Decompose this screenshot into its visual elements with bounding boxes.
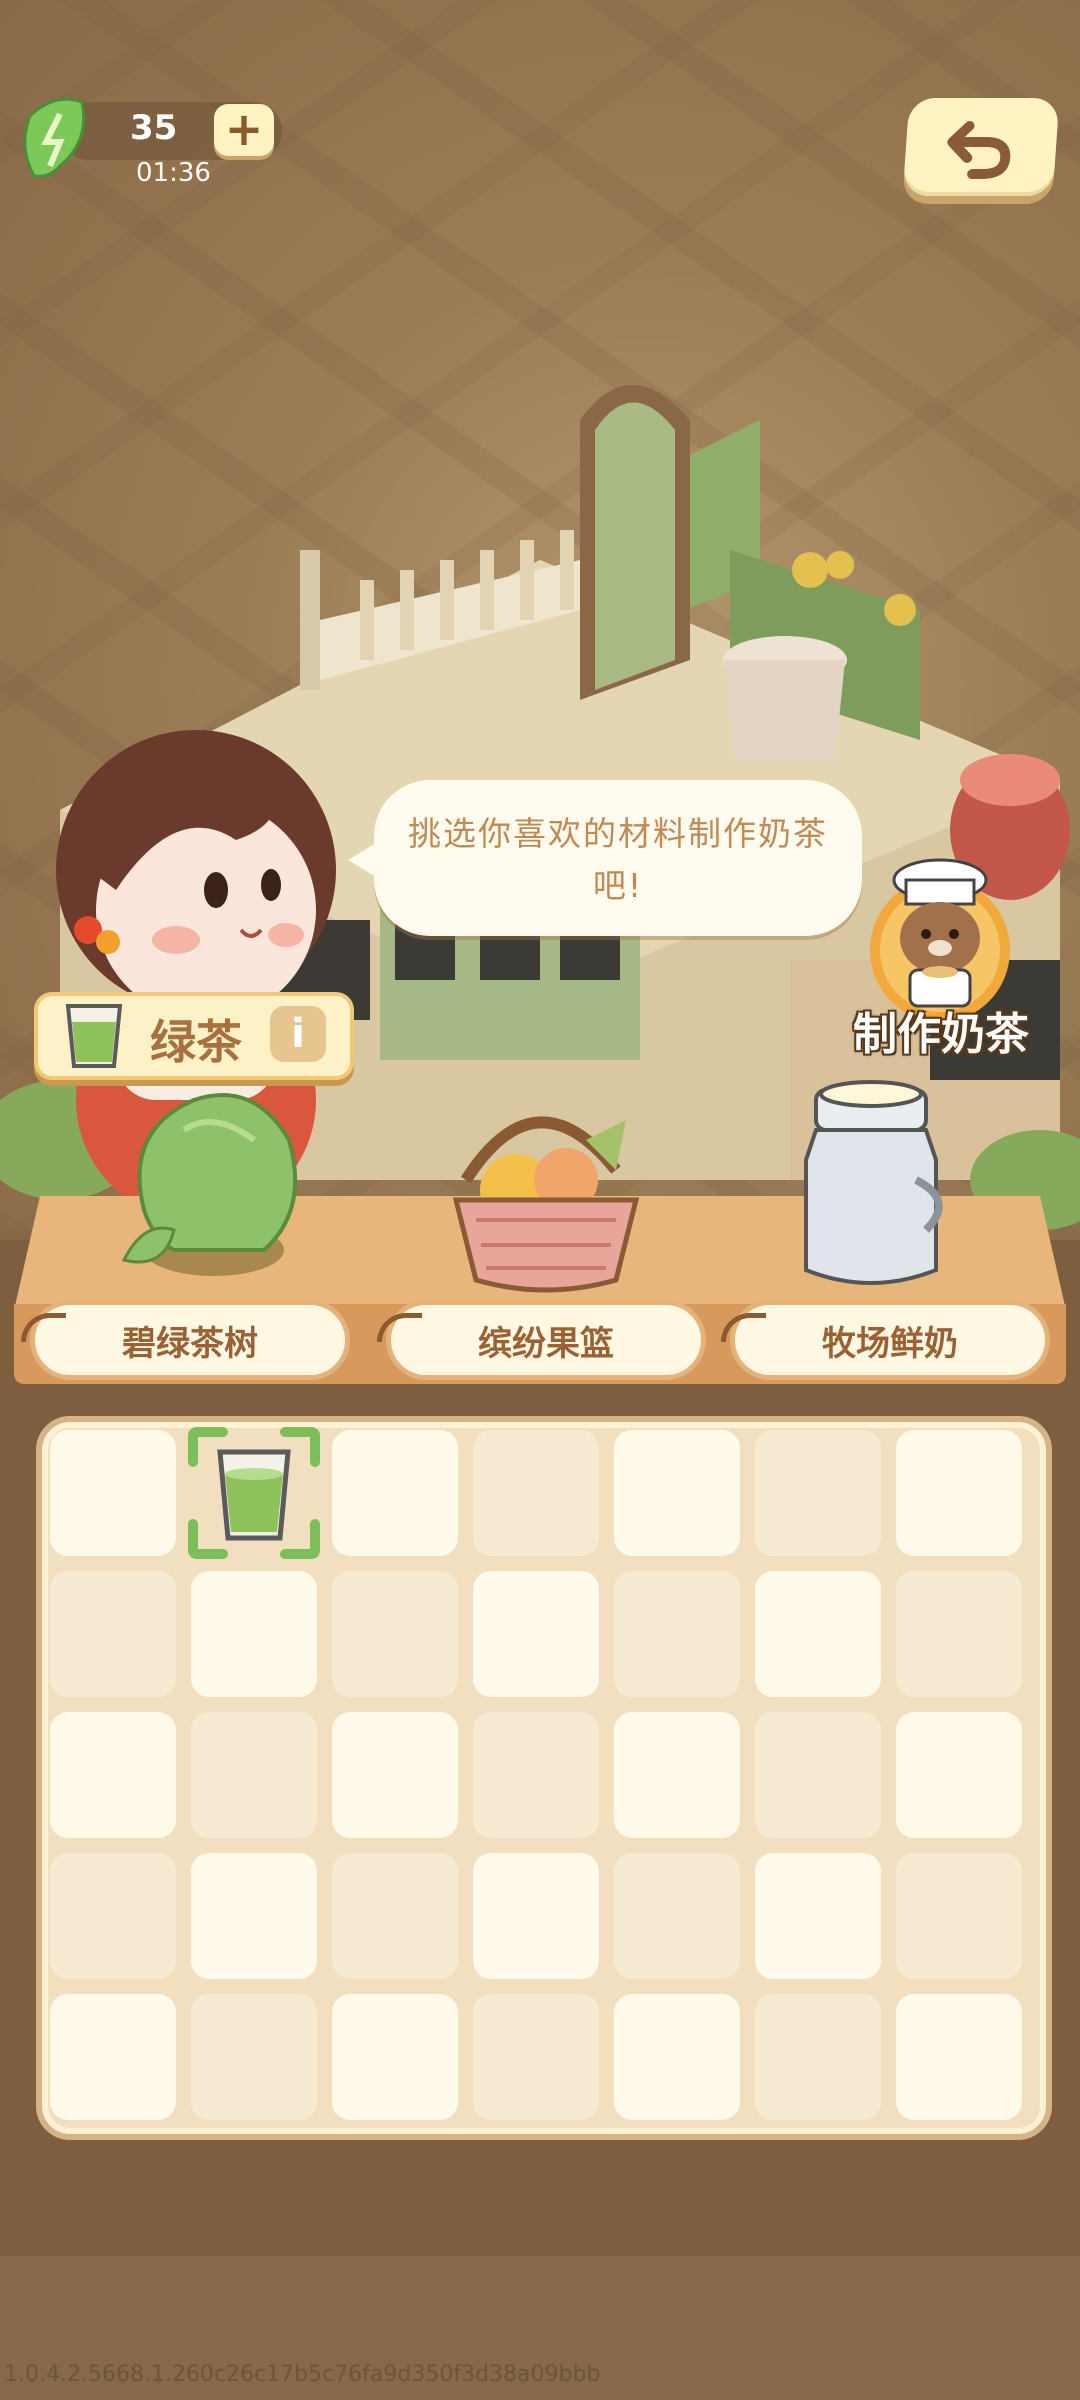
inventory-slot[interactable] — [473, 1571, 599, 1697]
version-label: 1.0.4.2.5668.1.260c26c17b5c76fa9d350f3d3… — [4, 2362, 601, 2387]
inventory-slot[interactable] — [755, 1994, 881, 2120]
inventory-slot[interactable] — [473, 1853, 599, 1979]
speech-bubble-tail — [348, 842, 378, 878]
inventory-slot[interactable] — [50, 1571, 176, 1697]
green-tea-cup-icon — [217, 1449, 291, 1541]
speech-bubble: 挑选你喜欢的材料制作奶茶吧! — [348, 780, 862, 936]
chef-bear-icon — [870, 858, 1010, 1020]
tea-tree-icon — [121, 1093, 298, 1276]
inventory-slot[interactable] — [614, 1994, 740, 2120]
inventory-slot[interactable] — [50, 1712, 176, 1838]
inventory-slot[interactable] — [191, 1712, 317, 1838]
inventory-slot[interactable] — [614, 1571, 740, 1697]
inventory-slot[interactable] — [473, 1430, 599, 1556]
inventory-slot[interactable] — [755, 1430, 881, 1556]
inventory-slot[interactable] — [332, 1712, 458, 1838]
inventory-slot[interactable] — [755, 1853, 881, 1979]
tea-tree-label: 碧绿茶树 — [122, 1324, 258, 1364]
make-milk-tea-button[interactable]: 制作奶茶 — [840, 850, 1040, 1060]
inventory-slot[interactable] — [896, 1430, 1022, 1556]
inventory-slot[interactable] — [896, 1853, 1022, 1979]
tea-tree-button[interactable]: 碧绿茶树 — [21, 1300, 350, 1380]
energy-counter: 35 01:36 + — [20, 96, 282, 188]
milk-can-icon — [804, 1080, 943, 1285]
fresh-milk-button[interactable]: 牧场鲜奶 — [721, 1300, 1050, 1380]
inventory-slot[interactable] — [188, 1427, 320, 1559]
selected-item-name: 绿茶 — [150, 1015, 242, 1069]
inventory-slot[interactable] — [755, 1571, 881, 1697]
add-energy-button[interactable]: + — [214, 104, 274, 156]
inventory-grid — [50, 1427, 1022, 2120]
inventory-slot[interactable] — [614, 1853, 740, 1979]
inventory-slot[interactable] — [755, 1712, 881, 1838]
undo-arrow-icon — [947, 121, 1011, 179]
inventory-slot[interactable] — [896, 1571, 1022, 1697]
leaf-energy-icon — [23, 97, 86, 178]
inventory-slot[interactable] — [614, 1712, 740, 1838]
inventory-slot[interactable] — [473, 1712, 599, 1838]
make-milk-tea-label: 制作奶茶 — [853, 1009, 1029, 1060]
energy-timer: 01:36 — [136, 158, 211, 188]
fresh-milk-label: 牧场鲜奶 — [822, 1324, 958, 1364]
speech-bubble-text: 挑选你喜欢的材料制作奶茶吧! — [408, 814, 828, 905]
inventory-slot[interactable] — [191, 1994, 317, 2120]
inventory-slot[interactable] — [614, 1430, 740, 1556]
inventory-slot[interactable] — [332, 1430, 458, 1556]
inventory-slot[interactable] — [332, 1994, 458, 2120]
inventory-slot[interactable] — [191, 1853, 317, 1979]
energy-count: 35 — [130, 108, 178, 148]
info-button[interactable]: i — [270, 1006, 326, 1062]
inventory-slot[interactable] — [896, 1994, 1022, 2120]
inventory-slot[interactable] — [50, 1994, 176, 2120]
fruit-basket-label: 缤纷果篮 — [478, 1324, 614, 1364]
inventory-slot[interactable] — [50, 1430, 176, 1556]
fruit-basket-icon — [452, 1116, 640, 1293]
green-tea-cup-icon — [65, 1004, 123, 1068]
selected-item-tag: 绿茶 i — [34, 992, 354, 1080]
inventory-slot[interactable] — [473, 1994, 599, 2120]
inventory-slot[interactable] — [332, 1853, 458, 1979]
fruit-basket-button[interactable]: 缤纷果篮 — [377, 1300, 706, 1380]
inventory-slot[interactable] — [332, 1571, 458, 1697]
inventory-slot[interactable] — [191, 1571, 317, 1697]
inventory-slot[interactable] — [896, 1712, 1022, 1838]
inventory-slot[interactable] — [50, 1853, 176, 1979]
back-button[interactable] — [902, 98, 1060, 196]
